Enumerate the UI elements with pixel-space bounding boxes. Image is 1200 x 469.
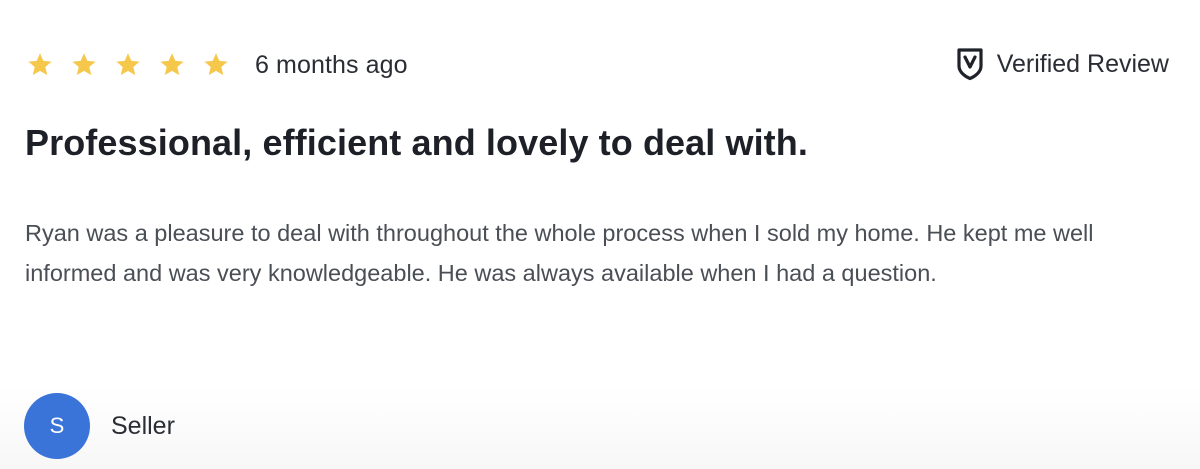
review-author: S Seller xyxy=(24,393,175,459)
star-icon xyxy=(160,53,184,76)
review-card: 6 months ago Verified Review Professiona… xyxy=(0,0,1200,469)
verified-label: Verified Review xyxy=(996,49,1169,78)
star-rating xyxy=(27,52,229,78)
review-date: 6 months ago xyxy=(255,50,408,79)
verified-review-badge: Verified Review xyxy=(955,44,1169,84)
star-icon xyxy=(204,53,228,76)
review-body: Ryan was a pleasure to deal with through… xyxy=(25,220,1094,286)
star-icon xyxy=(28,53,52,76)
star-icon xyxy=(116,53,140,76)
rating-row: 6 months ago xyxy=(27,45,408,85)
author-role: Seller xyxy=(111,411,175,440)
star-icon xyxy=(72,53,96,76)
review-title: Professional, efficient and lovely to de… xyxy=(25,122,808,163)
avatar: S xyxy=(24,393,90,459)
shield-check-icon xyxy=(957,48,983,81)
